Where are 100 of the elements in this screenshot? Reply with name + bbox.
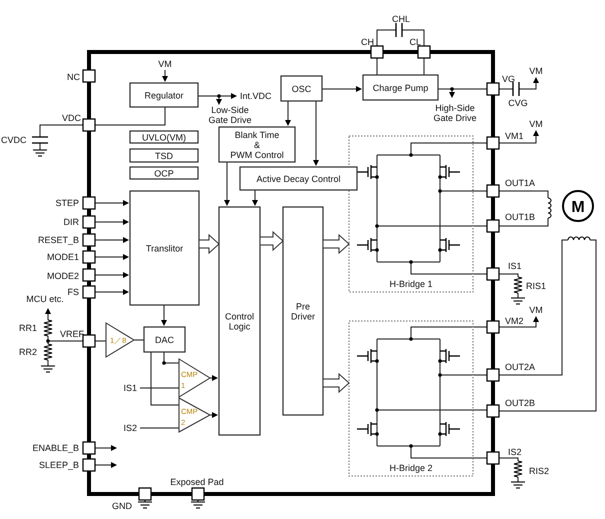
- supply-label: VM: [529, 66, 543, 76]
- junction-dot: [162, 361, 166, 365]
- pin-pad: [82, 441, 96, 455]
- wire: [210, 375, 218, 381]
- pin-label: DIR: [64, 217, 79, 227]
- resistor-icon: [43, 343, 53, 361]
- wire: [498, 130, 539, 144]
- wire: [94, 289, 129, 295]
- wire: [94, 106, 166, 126]
- pin-label: IS1: [508, 261, 522, 271]
- pin-label: NC: [67, 72, 80, 82]
- pin-label: VM1: [505, 131, 524, 141]
- junction-dot: [450, 87, 454, 91]
- signal-label: IS2: [123, 423, 137, 433]
- supply-label: VM: [529, 119, 543, 129]
- pin-label: CL: [409, 37, 421, 47]
- pin-label: MODE2: [46, 271, 79, 281]
- motor-symbol: M: [562, 190, 594, 222]
- junction-dot: [438, 175, 442, 179]
- pin-label: OUT1B: [505, 212, 536, 222]
- resistor-icon: [43, 319, 53, 337]
- ground-icon: [138, 502, 152, 508]
- wire: [161, 304, 167, 326]
- pin-pad: [486, 404, 500, 418]
- wire: [94, 340, 106, 342]
- pin-pad: [82, 285, 96, 299]
- pin-pad: [138, 487, 152, 501]
- resistor-icon: [513, 460, 523, 478]
- pin-label: ENABLE_B: [32, 443, 79, 453]
- junction-dot: [46, 339, 50, 343]
- signal-label: Low-Side Gate Drive: [208, 105, 252, 125]
- pin-label: VDC: [62, 113, 81, 123]
- component-label: CVDC: [1, 135, 27, 145]
- junction-dot: [409, 444, 413, 448]
- bus-arrow: [322, 372, 350, 394]
- circuit-block: Blank Time & PWM Control: [218, 126, 296, 163]
- junction-dot: [375, 359, 379, 363]
- wire: [94, 272, 129, 278]
- source-label: MCU etc.: [26, 294, 64, 304]
- pin-pad: [82, 118, 96, 132]
- wire: [48, 336, 84, 342]
- pin-label: FS: [67, 287, 79, 297]
- circuit-block: Charge Pump: [362, 74, 439, 101]
- pin-label: RESET_B: [38, 235, 79, 245]
- bus-arrow: [198, 234, 220, 254]
- wire: [94, 237, 129, 243]
- wire: [402, 30, 424, 46]
- pin-label: IS2: [508, 447, 522, 457]
- circuit-block: OCP: [129, 166, 199, 180]
- junction-dot: [375, 175, 379, 179]
- h-bridge-label: H-Bridge 1: [389, 279, 433, 289]
- circuit-block: OSC: [280, 75, 323, 102]
- capacitor-icon: [512, 81, 520, 97]
- pin-pad: [82, 233, 96, 247]
- wire: [285, 100, 291, 126]
- pin-label: OUT2B: [505, 398, 536, 408]
- mosfet-icon: [356, 348, 378, 364]
- component-label: RR1: [18, 323, 37, 333]
- signal-label: IS1: [123, 383, 137, 393]
- mosfet-icon: [439, 164, 461, 180]
- mosfet-icon: [439, 348, 461, 364]
- resistor-icon: [513, 276, 523, 294]
- junction-dot: [438, 359, 442, 363]
- mosfet-icon: [439, 237, 461, 253]
- wire: [252, 190, 258, 206]
- pin-pad: [486, 320, 500, 334]
- wire: [498, 190, 548, 198]
- wire: [94, 445, 117, 451]
- pin-label: CH: [361, 37, 374, 47]
- junction-dot: [438, 432, 442, 436]
- capacitor-icon: [31, 136, 49, 144]
- wire: [94, 219, 129, 225]
- pin-pad: [82, 215, 96, 229]
- pin-pad: [82, 268, 96, 282]
- junction-dot: [409, 153, 413, 157]
- pin-pad: [486, 451, 500, 465]
- wire: [94, 200, 129, 206]
- pin-pad: [486, 267, 500, 281]
- junction-dot: [438, 373, 442, 377]
- ground-icon: [190, 502, 206, 508]
- wire: [94, 254, 129, 260]
- pin-pad: [82, 69, 96, 83]
- wire: [322, 86, 362, 92]
- junction-dot: [375, 408, 379, 412]
- circuit-block: Active Decay Control: [239, 166, 358, 191]
- pin-pad: [82, 250, 96, 264]
- junction-dot: [375, 224, 379, 228]
- circuit-block: UVLO(VM): [129, 130, 199, 144]
- mosfet-icon: [356, 421, 378, 437]
- bus-arrow: [322, 234, 350, 254]
- supply-label: VM: [529, 305, 543, 315]
- pin-label: OUT1A: [505, 178, 536, 188]
- circuit-block: Pre Driver: [282, 206, 324, 416]
- capacitor-icon: [395, 22, 403, 38]
- wire: [45, 308, 51, 320]
- circuit-block: DAC: [143, 326, 186, 353]
- pin-label: STEP: [55, 198, 79, 208]
- wire: [224, 162, 230, 206]
- signal-label: High-Side Gate Drive: [434, 103, 476, 123]
- mosfet-icon: [439, 421, 461, 437]
